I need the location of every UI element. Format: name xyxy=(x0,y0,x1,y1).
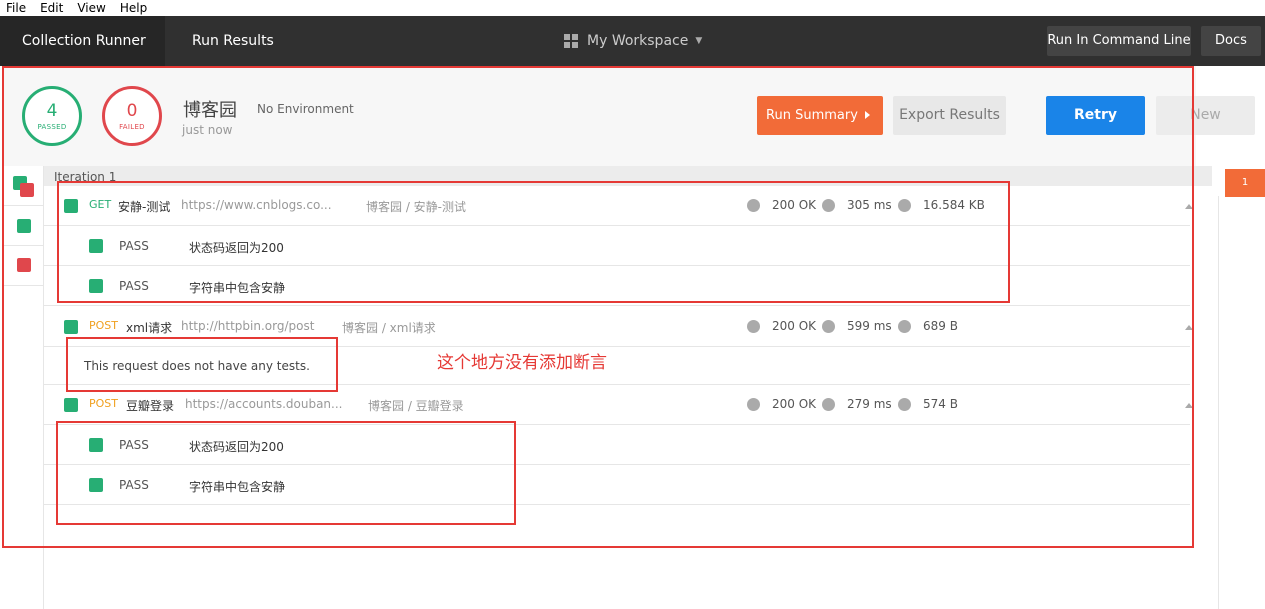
breadcrumb-run-results[interactable]: Run Results xyxy=(165,16,332,66)
export-results-button[interactable]: Export Results xyxy=(893,96,1006,135)
request-name: 豆瓣登录 xyxy=(126,399,175,413)
test-pass-indicator xyxy=(89,438,103,452)
menu-edit[interactable]: Edit xyxy=(40,1,63,15)
run-time-ago: just now xyxy=(182,123,233,137)
test-result: PASS xyxy=(119,478,149,492)
response-status: 200 OK xyxy=(772,397,817,411)
iteration-badge[interactable]: 1 xyxy=(1225,169,1265,197)
response-time: 599 ms xyxy=(847,319,892,333)
request-path: 博客园 / 豆瓣登录 xyxy=(368,399,464,413)
response-status: 200 OK xyxy=(772,198,817,212)
menu-help[interactable]: Help xyxy=(120,1,147,15)
chevron-down-icon: ▼ xyxy=(695,36,703,46)
time-dot-icon xyxy=(822,320,835,333)
request-url: https://www.cnblogs.co... xyxy=(181,198,332,212)
test-result: PASS xyxy=(119,438,149,452)
response-size: 574 B xyxy=(923,397,958,411)
collection-name: 博客园 xyxy=(183,100,237,121)
test-description: 状态码返回为200 xyxy=(189,241,284,255)
request-row[interactable]: GET 安静-测试 https://www.cnblogs.co... 博客园 … xyxy=(44,186,1193,226)
workspace-selector[interactable]: My Workspace ▼ xyxy=(564,16,702,66)
test-pass-indicator xyxy=(89,279,103,293)
request-url: http://httpbin.org/post xyxy=(181,319,315,333)
menu-file[interactable]: File xyxy=(6,1,26,15)
status-fail-square xyxy=(17,258,31,272)
test-result-row: PASS 状态码返回为200 xyxy=(44,226,1190,266)
test-result-row: PASS 状态码返回为200 xyxy=(44,425,1190,465)
annotation-text: 这个地方没有添加断言 xyxy=(437,353,607,373)
test-result: PASS xyxy=(119,239,149,253)
size-dot-icon xyxy=(898,398,911,411)
test-description: 状态码返回为200 xyxy=(189,440,284,454)
passed-count: 4 xyxy=(46,101,58,121)
workspace-label: My Workspace xyxy=(587,33,689,49)
status-fail-square xyxy=(20,183,34,197)
request-method: POST xyxy=(89,319,118,332)
request-path: 博客园 / 安静-测试 xyxy=(366,200,467,214)
request-name: 安静-测试 xyxy=(118,200,171,214)
failed-label: FAILED xyxy=(119,123,145,131)
request-path: 博客园 / xml请求 xyxy=(342,321,436,335)
test-result-row: PASS 字符串中包含安静 xyxy=(44,465,1190,505)
no-tests-message-row: This request does not have any tests. xyxy=(44,347,1190,385)
docs-button[interactable]: Docs xyxy=(1201,26,1261,56)
response-status: 200 OK xyxy=(772,319,817,333)
run-summary-panel: 4 PASSED 0 FAILED 博客园 No Environment jus… xyxy=(4,66,1255,166)
request-name: xml请求 xyxy=(126,321,173,335)
test-description: 字符串中包含安静 xyxy=(189,480,286,494)
request-status-indicator xyxy=(64,398,78,412)
request-row[interactable]: POST 豆瓣登录 https://accounts.douban... 博客园… xyxy=(44,385,1193,425)
status-dot-icon xyxy=(747,398,760,411)
request-url: https://accounts.douban... xyxy=(185,397,343,411)
request-status-indicator xyxy=(64,320,78,334)
passed-label: PASSED xyxy=(37,123,67,131)
status-dot-icon xyxy=(747,199,760,212)
test-result: PASS xyxy=(119,279,149,293)
request-status-indicator xyxy=(64,199,78,213)
iteration-header: Iteration 1 xyxy=(44,166,1212,186)
run-in-command-line-button[interactable]: Run In Command Line xyxy=(1047,26,1191,56)
size-dot-icon xyxy=(898,320,911,333)
environment-label: No Environment xyxy=(257,102,354,116)
passed-counter: 4 PASSED xyxy=(22,86,82,146)
results-list: GET 安静-测试 https://www.cnblogs.co... 博客园 … xyxy=(44,186,1212,609)
request-row[interactable]: POST xml请求 http://httpbin.org/post 博客园 /… xyxy=(44,307,1193,347)
retry-button[interactable]: Retry xyxy=(1046,96,1145,135)
right-panel-divider xyxy=(1218,196,1219,609)
workspace-grid-icon xyxy=(564,34,578,48)
response-size: 16.584 KB xyxy=(923,198,985,212)
breadcrumb-collection-runner[interactable]: Collection Runner xyxy=(0,16,177,66)
failed-count: 0 xyxy=(126,101,138,121)
request-status-column xyxy=(4,166,44,609)
time-dot-icon xyxy=(822,398,835,411)
menu-bar: File Edit View Help xyxy=(0,0,1265,16)
response-time: 279 ms xyxy=(847,397,892,411)
no-tests-message: This request does not have any tests. xyxy=(84,359,310,373)
failed-counter: 0 FAILED xyxy=(102,86,162,146)
request-method: GET xyxy=(89,198,112,211)
test-result-row: PASS 字符串中包含安静 xyxy=(44,266,1190,306)
status-pass-square xyxy=(17,219,31,233)
run-summary-button[interactable]: Run Summary xyxy=(757,96,883,135)
header-bar: Collection Runner Run Results My Workspa… xyxy=(0,16,1265,66)
right-panel: 1 xyxy=(1212,166,1265,609)
new-button[interactable]: New xyxy=(1156,96,1255,135)
time-dot-icon xyxy=(822,199,835,212)
status-dot-icon xyxy=(747,320,760,333)
test-pass-indicator xyxy=(89,478,103,492)
test-pass-indicator xyxy=(89,239,103,253)
collapse-icon[interactable] xyxy=(1185,403,1193,408)
response-size: 689 B xyxy=(923,319,958,333)
request-method: POST xyxy=(89,397,118,410)
size-dot-icon xyxy=(898,199,911,212)
response-time: 305 ms xyxy=(847,198,892,212)
test-description: 字符串中包含安静 xyxy=(189,281,286,295)
menu-view[interactable]: View xyxy=(77,1,105,15)
collapse-icon[interactable] xyxy=(1185,204,1193,209)
collapse-icon[interactable] xyxy=(1185,325,1193,330)
